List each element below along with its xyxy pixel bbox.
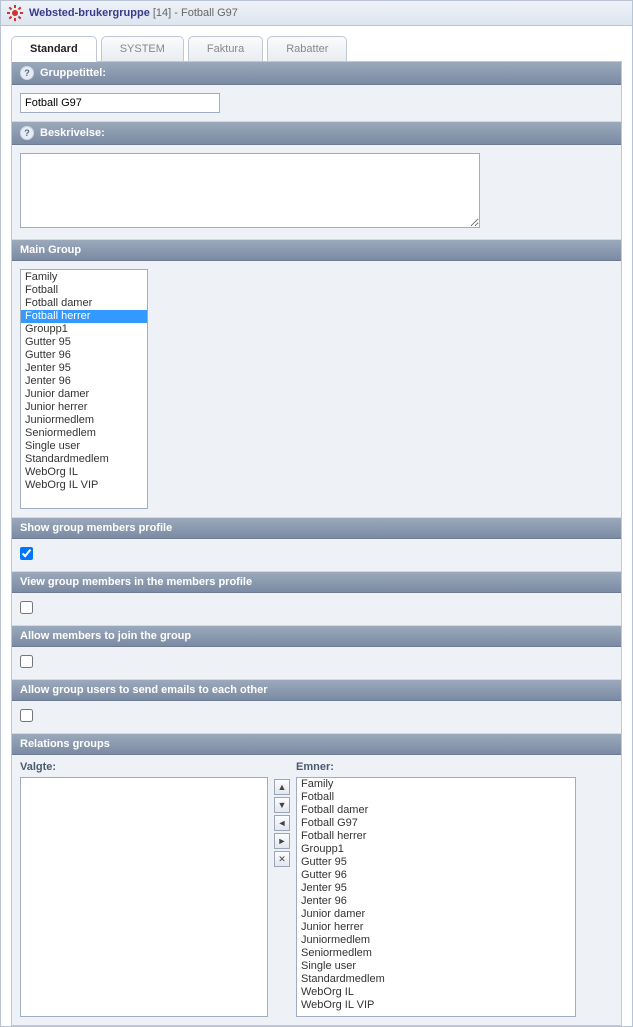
list-item[interactable]: Groupp1	[297, 843, 575, 856]
main-group-select[interactable]: FamilyFotballFotball damerFotball herrer…	[20, 269, 148, 509]
list-item[interactable]: Gutter 96	[297, 869, 575, 882]
section-body-beskrivelse	[12, 145, 621, 240]
help-icon[interactable]: ?	[20, 66, 34, 80]
list-item[interactable]: Fotball G97	[297, 817, 575, 830]
show-profile-checkbox[interactable]	[20, 547, 33, 560]
list-item[interactable]: Gutter 95	[297, 856, 575, 869]
list-item[interactable]: Gutter 96	[21, 349, 147, 362]
list-item[interactable]: Juniormedlem	[21, 414, 147, 427]
section-body-main-group: FamilyFotballFotball damerFotball herrer…	[12, 261, 621, 518]
section-label: Beskrivelse:	[40, 127, 105, 139]
section-body-allow-emails	[12, 701, 621, 734]
section-header-allow-join: Allow members to join the group	[12, 626, 621, 647]
chevron-right-icon: ►	[278, 837, 287, 846]
chevron-left-icon: ◄	[278, 819, 287, 828]
tab-rabatter[interactable]: Rabatter	[267, 36, 347, 62]
section-label: Allow members to join the group	[20, 630, 191, 642]
list-item[interactable]: Fotball	[297, 791, 575, 804]
emner-select[interactable]: FamilyFotballFotball damerFotball G97Fot…	[296, 777, 576, 1017]
section-label: Gruppetittel:	[40, 67, 106, 79]
list-item[interactable]: WebOrg IL	[297, 986, 575, 999]
tab-content-standard: ? Gruppetittel: ? Beskrivelse: Main Grou…	[11, 61, 622, 1026]
list-item[interactable]: Fotball	[21, 284, 147, 297]
tab-system[interactable]: SYSTEM	[101, 36, 184, 62]
list-item[interactable]: Jenter 96	[21, 375, 147, 388]
section-label: Show group members profile	[20, 522, 172, 534]
list-item[interactable]: Junior herrer	[297, 921, 575, 934]
panel-header: Websted-brukergruppe [14] - Fotball G97	[1, 1, 632, 26]
allow-join-checkbox[interactable]	[20, 655, 33, 668]
section-label: View group members in the members profil…	[20, 576, 252, 588]
list-item[interactable]: WebOrg IL VIP	[21, 479, 147, 492]
list-item[interactable]: Juniormedlem	[297, 934, 575, 947]
relations-body: Valgte: ▲ ▼ ◄ ► ✕ Emner: FamilyFotballFo…	[12, 755, 621, 1025]
gruppetittel-input[interactable]	[20, 93, 220, 113]
section-header-main-group: Main Group	[12, 240, 621, 261]
list-item[interactable]: Standardmedlem	[21, 453, 147, 466]
list-item[interactable]: Fotball damer	[297, 804, 575, 817]
chevron-down-icon: ▼	[278, 801, 287, 810]
section-header-allow-emails: Allow group users to send emails to each…	[12, 680, 621, 701]
section-header-relations: Relations groups	[12, 734, 621, 755]
move-right-button[interactable]: ►	[274, 833, 290, 849]
section-body-gruppetittel	[12, 85, 621, 122]
move-down-button[interactable]: ▼	[274, 797, 290, 813]
list-item[interactable]: WebOrg IL	[21, 466, 147, 479]
list-item[interactable]: Family	[21, 271, 147, 284]
list-item[interactable]: Gutter 95	[21, 336, 147, 349]
allow-emails-checkbox[interactable]	[20, 709, 33, 722]
move-buttons: ▲ ▼ ◄ ► ✕	[274, 779, 290, 1017]
list-item[interactable]: Family	[297, 778, 575, 791]
admin-panel: Websted-brukergruppe [14] - Fotball G97 …	[0, 0, 633, 1027]
section-header-view-members: View group members in the members profil…	[12, 572, 621, 593]
section-header-gruppetittel: ? Gruppetittel:	[12, 62, 621, 85]
help-icon[interactable]: ?	[20, 126, 34, 140]
section-label: Main Group	[20, 244, 81, 256]
list-item[interactable]: Fotball damer	[21, 297, 147, 310]
section-body-show-profile	[12, 539, 621, 572]
section-header-show-profile: Show group members profile	[12, 518, 621, 539]
list-item[interactable]: Junior damer	[297, 908, 575, 921]
emner-label: Emner:	[296, 761, 576, 773]
section-body-allow-join	[12, 647, 621, 680]
gear-icon	[7, 5, 23, 21]
move-up-button[interactable]: ▲	[274, 779, 290, 795]
list-item[interactable]: Seniormedlem	[21, 427, 147, 440]
list-item[interactable]: Groupp1	[21, 323, 147, 336]
list-item[interactable]: Fotball herrer	[297, 830, 575, 843]
view-members-checkbox[interactable]	[20, 601, 33, 614]
valgte-select[interactable]	[20, 777, 268, 1017]
list-item[interactable]: Junior herrer	[21, 401, 147, 414]
list-item[interactable]: Junior damer	[21, 388, 147, 401]
list-item[interactable]: Jenter 96	[297, 895, 575, 908]
move-left-button[interactable]: ◄	[274, 815, 290, 831]
section-header-beskrivelse: ? Beskrivelse:	[12, 122, 621, 145]
page-title: Websted-brukergruppe [14] - Fotball G97	[29, 7, 238, 19]
list-item[interactable]: Jenter 95	[21, 362, 147, 375]
tab-bar: StandardSYSTEMFakturaRabatter	[11, 36, 622, 62]
chevron-up-icon: ▲	[278, 783, 287, 792]
section-label: Allow group users to send emails to each…	[20, 684, 268, 696]
remove-button[interactable]: ✕	[274, 851, 290, 867]
section-body-view-members	[12, 593, 621, 626]
beskrivelse-textarea[interactable]	[20, 153, 480, 228]
list-item[interactable]: Jenter 95	[297, 882, 575, 895]
list-item[interactable]: Single user	[297, 960, 575, 973]
tab-standard[interactable]: Standard	[11, 36, 97, 62]
valgte-label: Valgte:	[20, 761, 268, 773]
section-label: Relations groups	[20, 738, 110, 750]
list-item[interactable]: Single user	[21, 440, 147, 453]
list-item[interactable]: Standardmedlem	[297, 973, 575, 986]
tab-faktura[interactable]: Faktura	[188, 36, 263, 62]
list-item[interactable]: Fotball herrer	[21, 310, 147, 323]
close-icon: ✕	[278, 855, 286, 864]
list-item[interactable]: WebOrg IL VIP	[297, 999, 575, 1012]
list-item[interactable]: Seniormedlem	[297, 947, 575, 960]
